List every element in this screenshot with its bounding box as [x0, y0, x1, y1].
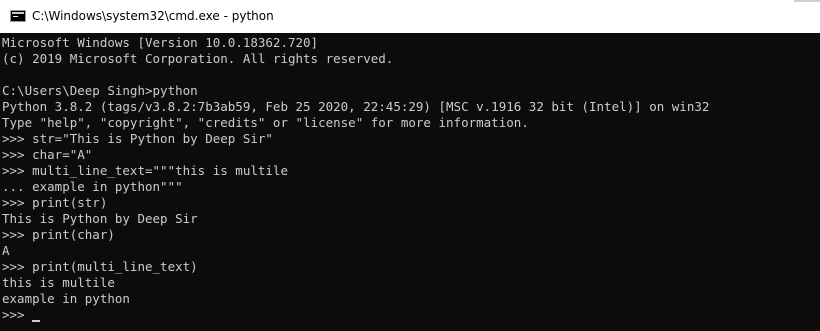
text-cursor — [32, 320, 41, 322]
console-line: Type "help", "copyright", "credits" or "… — [2, 115, 529, 130]
console-output-area[interactable]: Microsoft Windows [Version 10.0.18362.72… — [0, 33, 820, 331]
console-line: This is Python by Deep Sir — [2, 211, 198, 226]
console-line: A — [2, 243, 10, 258]
cmd-console-icon — [10, 10, 26, 22]
console-line: Python 3.8.2 (tags/v3.8.2:7b3ab59, Feb 2… — [2, 99, 710, 114]
console-line: >>> char="A" — [2, 147, 93, 162]
console-prompt-line[interactable]: >>> — [2, 307, 816, 323]
console-line: example in python — [2, 291, 130, 306]
console-prompt: >>> — [2, 307, 33, 322]
titlebar-edge — [794, 0, 820, 2]
window-title: C:\Windows\system32\cmd.exe - python — [32, 9, 274, 23]
console-scrollbar[interactable] — [816, 33, 820, 331]
console-line: this is multile — [2, 275, 115, 290]
console-line: >>> print(char) — [2, 227, 115, 242]
console-line: C:\Users\Deep Singh>python — [2, 83, 198, 98]
console-line: ... example in python""" — [2, 179, 183, 194]
console-lines: Microsoft Windows [Version 10.0.18362.72… — [2, 35, 816, 323]
console-line: (c) 2019 Microsoft Corporation. All righ… — [2, 51, 394, 66]
console-line: >>> multi_line_text="""this is multile — [2, 163, 288, 178]
window-titlebar[interactable]: C:\Windows\system32\cmd.exe - python — [0, 0, 820, 33]
console-line: >>> str="This is Python by Deep Sir" — [2, 131, 273, 146]
console-line: >>> print(multi_line_text) — [2, 259, 198, 274]
console-line: >>> print(str) — [2, 195, 108, 210]
console-line: Microsoft Windows [Version 10.0.18362.72… — [2, 35, 319, 50]
